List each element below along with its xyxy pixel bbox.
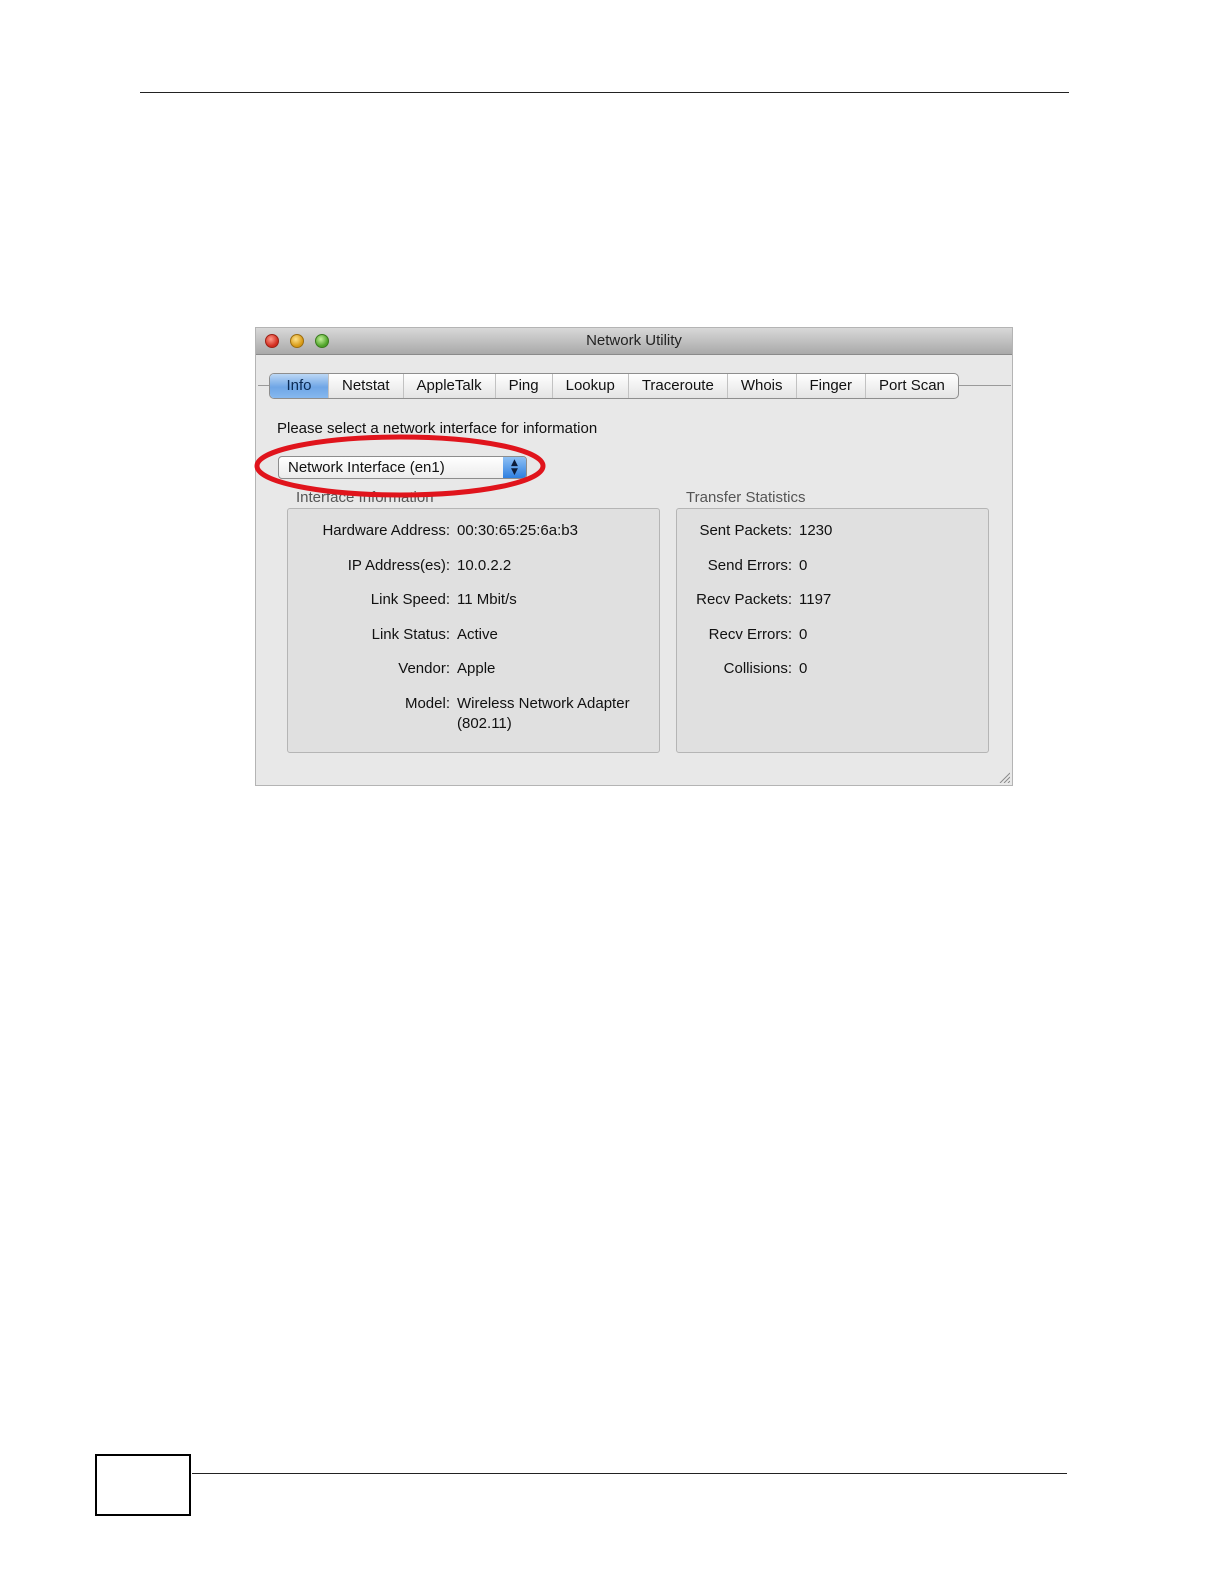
tab-info[interactable]: Info	[270, 374, 328, 398]
info-label: IP Address(es):	[347, 557, 450, 574]
footer-rule	[192, 1473, 1067, 1474]
info-value: 10.0.2.2	[457, 557, 512, 574]
info-value: (802.11)	[457, 715, 512, 732]
info-label: Link Speed:	[370, 591, 450, 608]
info-value: 11 Mbit/s	[457, 591, 517, 608]
info-value: Active	[457, 626, 498, 643]
title-bar[interactable]: Network Utility	[256, 328, 1012, 355]
tab-bar: Info Netstat AppleTalk Ping Lookup Trace…	[269, 373, 959, 399]
window-title: Network Utility	[586, 332, 682, 349]
page-number-box	[95, 1454, 191, 1516]
tab-lookup[interactable]: Lookup	[551, 374, 628, 398]
info-value: Wireless Network Adapter	[457, 695, 630, 712]
network-utility-window: Network Utility Info Netstat AppleTalk P…	[255, 327, 1013, 786]
interface-info-group: Hardware Address: 00:30:65:25:6a:b3 IP A…	[287, 508, 660, 753]
stats-label: Recv Packets:	[696, 591, 792, 608]
tab-ping[interactable]: Ping	[494, 374, 552, 398]
stats-value: 0	[799, 660, 808, 677]
stats-label: Send Errors:	[707, 557, 792, 574]
info-label: Hardware Address:	[322, 522, 450, 539]
tab-traceroute[interactable]: Traceroute	[627, 374, 727, 398]
tab-appletalk[interactable]: AppleTalk	[402, 374, 495, 398]
stats-label: Collisions:	[723, 660, 792, 677]
tab-finger[interactable]: Finger	[795, 374, 866, 398]
stats-label: Recv Errors:	[708, 626, 792, 643]
stats-value: 0	[799, 557, 808, 574]
highlight-ring	[254, 434, 546, 498]
info-label: Link Status:	[371, 626, 450, 643]
tab-port-scan[interactable]: Port Scan	[865, 374, 958, 398]
info-value: 00:30:65:25:6a:b3	[457, 522, 578, 539]
tab-netstat[interactable]: Netstat	[328, 374, 403, 398]
transfer-stats-group: Sent Packets: 1230 Send Errors: 0 Recv P…	[676, 508, 989, 753]
stats-value: 1197	[799, 591, 832, 608]
stats-value: 0	[799, 626, 808, 643]
stats-label: Sent Packets:	[699, 522, 792, 539]
info-label: Vendor:	[398, 660, 450, 677]
header-rule	[140, 92, 1069, 93]
tab-whois[interactable]: Whois	[726, 374, 796, 398]
stats-value: 1230	[799, 522, 833, 539]
info-value: Apple	[457, 660, 496, 677]
info-label: Model:	[404, 695, 450, 712]
transfer-stats-title: Transfer Statistics	[686, 489, 806, 506]
resize-grip-icon[interactable]	[998, 771, 1010, 783]
